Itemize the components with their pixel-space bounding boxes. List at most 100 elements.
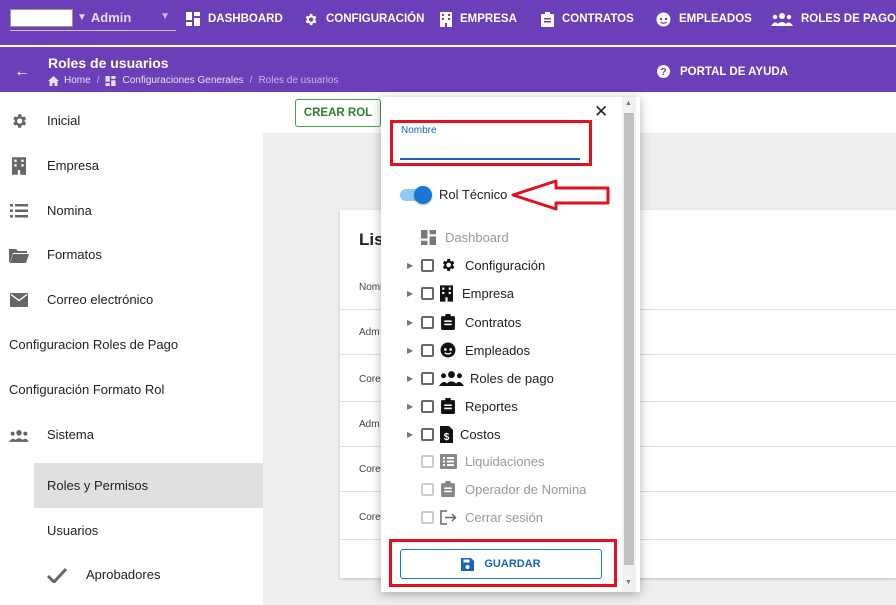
sidebar-item-config-roles-pago[interactable]: Configuracion Roles de Pago xyxy=(0,322,263,367)
list-icon xyxy=(9,201,29,221)
help-portal-link[interactable]: ? PORTAL DE AYUDA xyxy=(657,65,788,78)
permission-item-reportes[interactable]: ▶ Reportes xyxy=(381,394,621,418)
back-arrow-icon[interactable]: ← xyxy=(14,63,30,81)
people-icon xyxy=(771,12,793,26)
rol-tecnico-toggle[interactable] xyxy=(400,186,432,204)
sidebar-item-roles-permisos[interactable]: Roles y Permisos xyxy=(34,463,263,508)
permission-checkbox xyxy=(421,482,434,496)
sidebar-item-label: Configuración Formato Rol xyxy=(9,382,165,397)
permission-item-configuracion[interactable]: ▶ Configuración xyxy=(381,253,621,277)
sidebar-item-inicial[interactable]: Inicial xyxy=(0,98,263,143)
gear-icon xyxy=(440,257,456,273)
permission-label: Dashboard xyxy=(445,229,509,245)
permission-item-roles-de-pago[interactable]: ▶ Roles de pago xyxy=(381,366,621,390)
card-title: Lis xyxy=(359,230,384,249)
close-icon[interactable]: ✕ xyxy=(594,102,608,122)
nav-roles-de-pago-label: ROLES DE PAGO xyxy=(801,13,896,25)
svg-text:?: ? xyxy=(660,67,666,78)
clipboard-icon xyxy=(441,398,455,414)
sidebar-item-aprobadores[interactable]: Aprobadores xyxy=(0,552,263,597)
permission-checkbox[interactable] xyxy=(421,371,434,385)
sidebar-item-label: Empresa xyxy=(47,158,100,173)
permission-label: Empleados xyxy=(465,342,531,358)
face-icon xyxy=(656,12,671,27)
permission-label: Liquidaciones xyxy=(465,453,545,469)
dialog-scrollbar[interactable]: ▲ ▼ xyxy=(622,97,636,592)
sidebar-item-formatos[interactable]: Formatos xyxy=(0,232,263,277)
nav-roles-de-pago[interactable]: ROLES DE PAGO xyxy=(771,10,896,28)
chevron-down-icon: ▼ xyxy=(77,12,87,23)
nav-contratos-label: CONTRATOS xyxy=(562,13,634,25)
building-icon xyxy=(440,11,452,27)
permission-checkbox xyxy=(421,454,434,468)
sidebar-item-sistema[interactable]: Sistema xyxy=(0,412,263,457)
dashboard-icon xyxy=(105,75,116,86)
expand-arrow-icon[interactable]: ▶ xyxy=(407,374,413,383)
create-role-dialog: ✕ Nombre Rol Técnico Dashboard ▶ Configu… xyxy=(381,97,640,592)
sidebar-item-empresa[interactable]: Empresa xyxy=(0,143,263,188)
toggle-knob xyxy=(414,186,432,204)
scroll-up-icon[interactable]: ▲ xyxy=(625,100,632,107)
permission-checkbox[interactable] xyxy=(421,399,434,413)
nav-dashboard[interactable]: DASHBOARD xyxy=(186,10,283,28)
permission-checkbox[interactable] xyxy=(421,286,434,300)
permission-label: Cerrar sesión xyxy=(465,509,544,525)
permission-checkbox xyxy=(421,510,434,524)
nav-configuracion[interactable]: CONFIGURACIÓN xyxy=(303,10,424,28)
expand-arrow-icon[interactable]: ▶ xyxy=(407,402,413,411)
expand-arrow-icon[interactable]: ▶ xyxy=(407,261,413,270)
nav-empleados[interactable]: EMPLEADOS xyxy=(656,10,752,28)
permission-checkbox[interactable] xyxy=(421,343,434,357)
permission-label: Costos xyxy=(460,426,501,442)
annotation-box-name xyxy=(390,120,592,166)
table-cell: Core xyxy=(359,512,381,523)
nav-empresa[interactable]: EMPRESA xyxy=(440,10,517,28)
expand-arrow-icon[interactable]: ▶ xyxy=(407,430,413,439)
logout-icon xyxy=(440,509,457,525)
svg-text:$: $ xyxy=(444,432,450,443)
dropdown-arrow-icon[interactable]: ▼ xyxy=(160,11,170,22)
create-role-button[interactable]: CREAR ROL xyxy=(295,99,381,127)
permission-item-costos[interactable]: ▶ $ Costos xyxy=(381,422,621,446)
sidebar-item-label: Configuracion Roles de Pago xyxy=(9,337,179,352)
expand-arrow-icon[interactable]: ▶ xyxy=(407,289,413,298)
sidebar-item-correo[interactable]: Correo electrónico xyxy=(0,277,263,322)
permission-label: Empresa xyxy=(462,285,515,301)
expand-arrow-icon[interactable]: ▶ xyxy=(407,318,413,327)
sidebar-item-label: Correo electrónico xyxy=(47,292,154,307)
expand-arrow-icon[interactable]: ▶ xyxy=(407,346,413,355)
permission-item-empresa[interactable]: ▶ Empresa xyxy=(381,281,621,305)
table-cell: Core xyxy=(359,464,381,475)
sidebar-item-label: Sistema xyxy=(47,427,94,442)
nav-contratos[interactable]: CONTRATOS xyxy=(541,10,634,28)
home-icon xyxy=(48,75,59,86)
sidebar-item-label: Roles y Permisos xyxy=(47,478,149,493)
sidebar-item-config-formato-rol[interactable]: Configuración Formato Rol xyxy=(0,367,263,412)
permission-item-contratos[interactable]: ▶ Contratos xyxy=(381,310,621,334)
table-cell: Adm xyxy=(359,327,380,338)
page-header: ← Roles de usuarios Home / Configuracion… xyxy=(0,47,896,92)
sidebar-item-label: Usuarios xyxy=(47,523,99,538)
user-select[interactable]: ▼ Admin ▼ xyxy=(10,5,176,31)
scroll-down-icon[interactable]: ▼ xyxy=(625,579,632,586)
sidebar-item-label: Aprobadores xyxy=(86,567,161,582)
annotation-arrow-icon xyxy=(511,179,610,211)
face-icon xyxy=(440,342,456,358)
permission-label: Configuración xyxy=(465,257,546,273)
breadcrumb-configuraciones[interactable]: Configuraciones Generales xyxy=(122,75,243,86)
nav-empleados-label: EMPLEADOS xyxy=(679,13,752,25)
permission-checkbox[interactable] xyxy=(421,258,434,272)
sidebar-item-nomina[interactable]: Nomina xyxy=(0,188,263,233)
scrollbar-thumb[interactable] xyxy=(624,113,634,565)
clipboard-icon xyxy=(441,481,455,497)
permission-checkbox[interactable] xyxy=(421,427,434,441)
permission-label: Operador de Nomina xyxy=(465,481,587,497)
permission-checkbox[interactable] xyxy=(421,315,434,329)
sidebar-item-label: Inicial xyxy=(47,113,81,128)
sidebar-item-usuarios[interactable]: Usuarios xyxy=(0,508,263,553)
gear-icon xyxy=(303,12,318,27)
people-icon xyxy=(439,370,464,386)
dollar-file-icon: $ xyxy=(440,425,453,443)
breadcrumb-home[interactable]: Home xyxy=(64,75,91,86)
permission-item-empleados[interactable]: ▶ Empleados xyxy=(381,338,621,362)
